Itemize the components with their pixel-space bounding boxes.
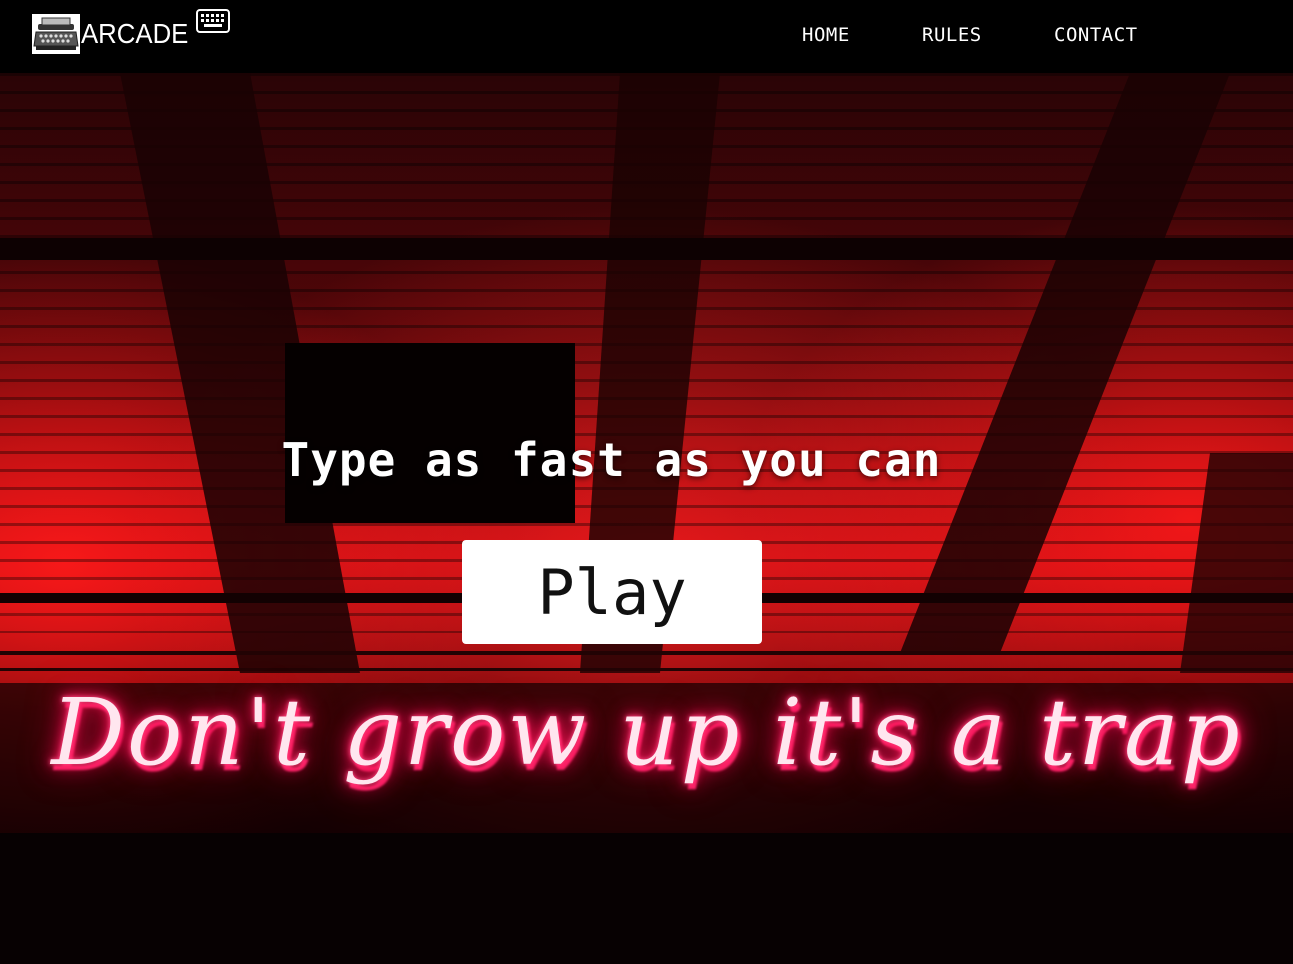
navbar: ARCADE HOME RULES CONTACT [0, 0, 1293, 73]
nav-contact-link[interactable]: CONTACT [1054, 22, 1138, 48]
neon-sign-text: Don't grow up it's a trap [51, 679, 1242, 786]
hero-headline: Type as fast as you can [281, 433, 942, 487]
play-button[interactable]: Play [462, 540, 762, 644]
nav-links: HOME RULES CONTACT [0, 22, 1293, 50]
nav-home-link[interactable]: HOME [802, 22, 850, 48]
hero-section: Type as fast as you can Play Don't grow … [0, 73, 1293, 964]
neon-ceiling-background [0, 73, 1293, 964]
nav-rules-link[interactable]: RULES [922, 22, 982, 48]
